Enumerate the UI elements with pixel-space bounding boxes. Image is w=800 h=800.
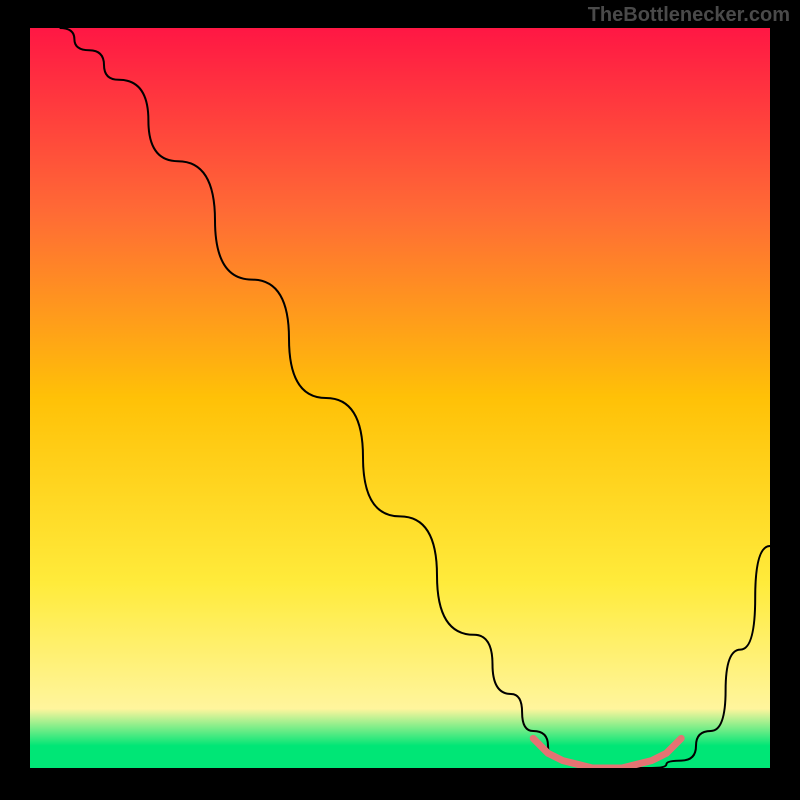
gradient-background [30, 28, 770, 768]
watermark-text: TheBottlenecker.com [588, 4, 790, 27]
chart-container [30, 28, 770, 768]
chart-svg [30, 28, 770, 768]
